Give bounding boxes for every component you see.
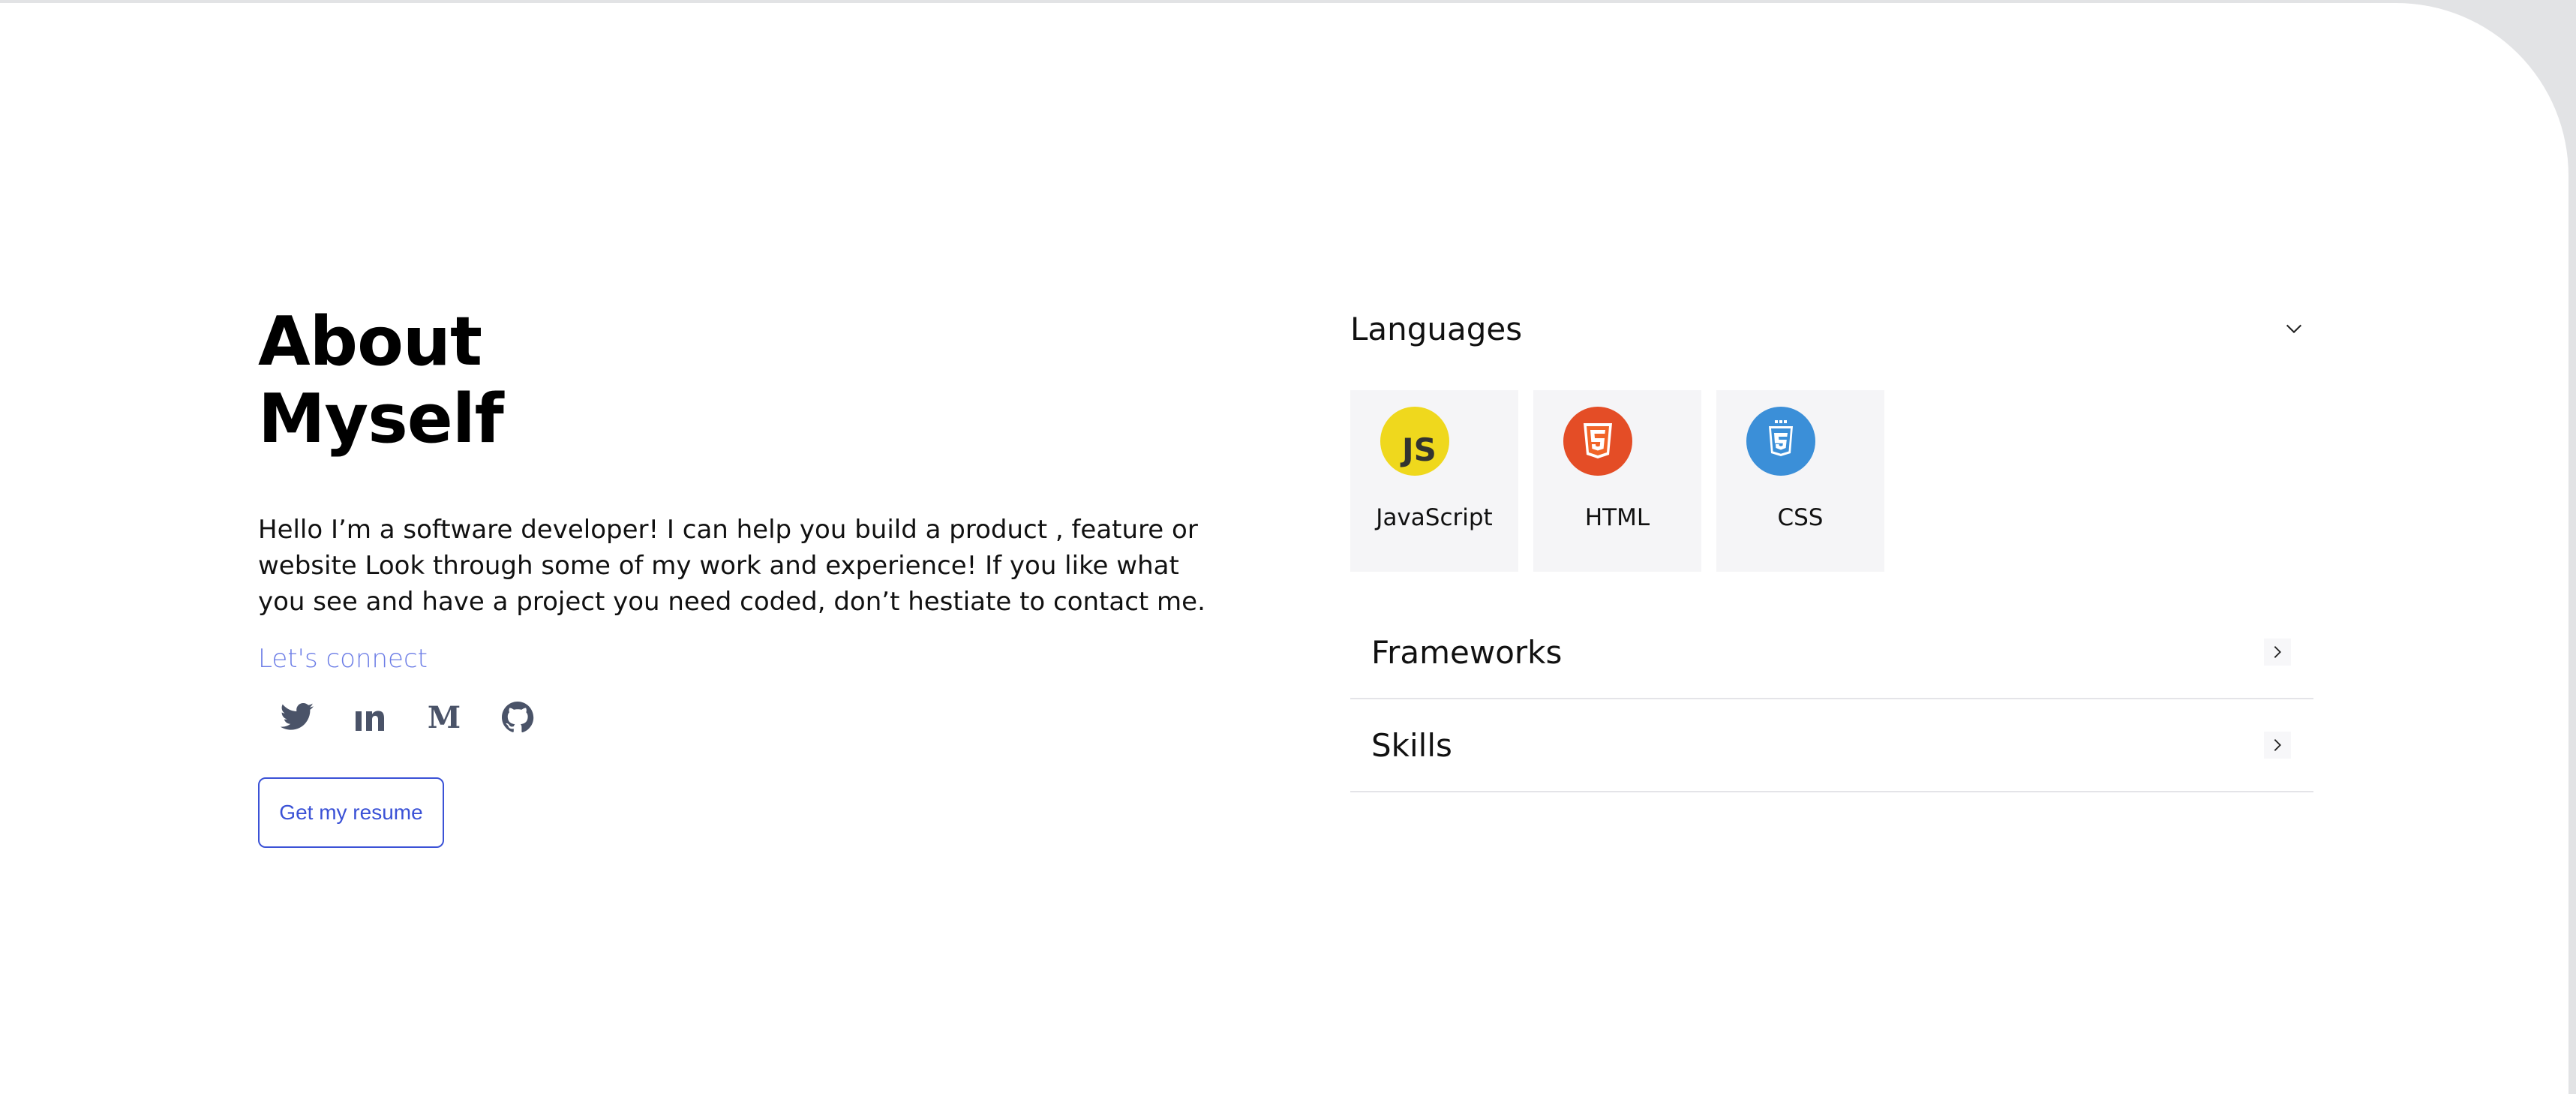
- language-card-css[interactable]: CSS: [1716, 390, 1884, 572]
- language-label: HTML: [1584, 504, 1650, 531]
- chevron-right-icon[interactable]: [2264, 639, 2291, 666]
- linkedin-icon-graphic: [356, 711, 384, 731]
- medium-icon[interactable]: M: [420, 693, 468, 741]
- chevron-right-graphic: [2274, 739, 2281, 751]
- svg-text:M: M: [428, 700, 461, 735]
- language-card-javascript[interactable]: JS JavaScript: [1350, 390, 1518, 572]
- css3-icon: [1746, 407, 1815, 476]
- github-icon-graphic: [502, 702, 534, 733]
- bio-text: Hello I’m a software developer! I can he…: [258, 515, 1205, 617]
- title-line-2: Myself: [258, 380, 504, 458]
- languages-title: Languages: [1350, 310, 1523, 347]
- languages-accordion-header[interactable]: Languages: [1350, 303, 2313, 354]
- skills-panel: Languages JS JavaScript HTML CSS Framewo…: [1350, 303, 2313, 792]
- linkedin-icon[interactable]: [347, 693, 395, 741]
- twitter-icon[interactable]: [273, 693, 321, 741]
- chevron-down-graphic: [2286, 324, 2302, 334]
- page-title: About Myself: [258, 303, 1233, 458]
- chevron-right-graphic: [2274, 646, 2281, 658]
- skills-title: Skills: [1371, 726, 1452, 764]
- language-label: JavaScript: [1376, 504, 1493, 531]
- html5-icon: [1563, 407, 1632, 476]
- svg-text:JS: JS: [1400, 431, 1437, 468]
- frameworks-accordion-header[interactable]: Frameworks: [1350, 606, 2313, 699]
- chevron-right-icon[interactable]: [2264, 732, 2291, 759]
- frameworks-title: Frameworks: [1371, 633, 1563, 671]
- language-label: CSS: [1777, 504, 1824, 531]
- languages-list: JS JavaScript HTML CSS: [1350, 390, 2313, 572]
- get-resume-button[interactable]: Get my resume: [258, 777, 444, 848]
- title-line-1: About: [258, 302, 482, 381]
- social-links: M: [273, 693, 1233, 741]
- medium-icon-graphic: M: [428, 700, 461, 735]
- skills-accordion-header[interactable]: Skills: [1350, 699, 2313, 792]
- page: About Myself Hello I’m a software develo…: [0, 3, 2568, 1094]
- language-card-html[interactable]: HTML: [1533, 390, 1701, 572]
- twitter-icon-graphic: [281, 703, 314, 730]
- connect-label: Let's connect: [258, 644, 428, 674]
- chevron-down-icon[interactable]: [2280, 315, 2307, 342]
- javascript-icon: JS: [1380, 407, 1449, 476]
- github-icon[interactable]: [494, 693, 542, 741]
- about-section: About Myself Hello I’m a software develo…: [258, 303, 1233, 848]
